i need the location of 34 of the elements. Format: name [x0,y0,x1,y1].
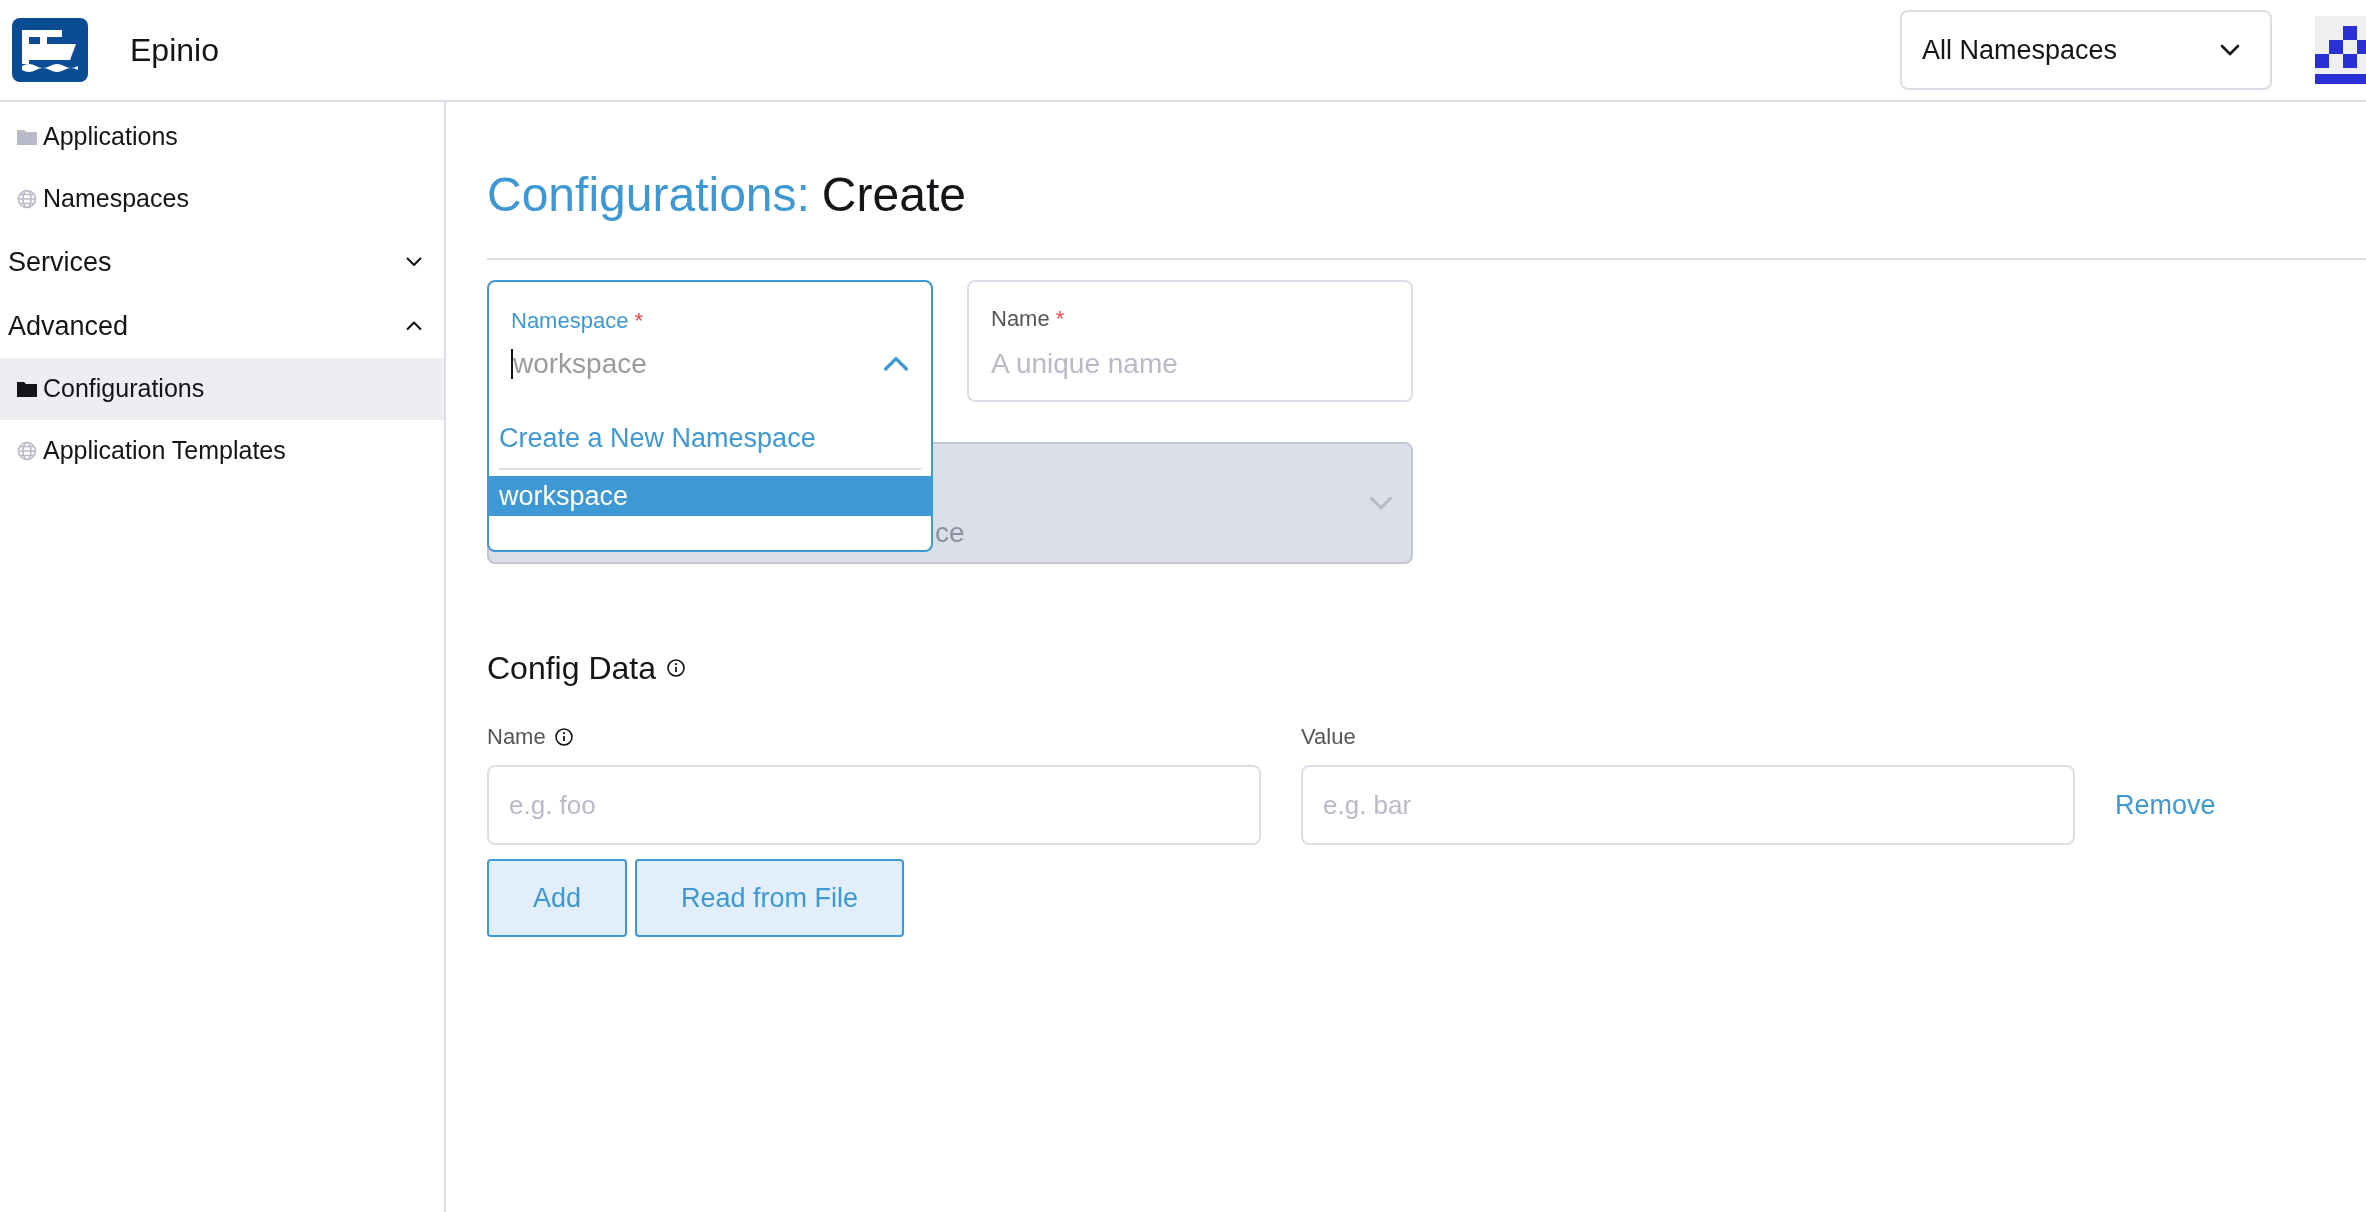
text-cursor [511,349,513,379]
value-input[interactable]: e.g. bar [1301,765,2075,845]
page-title: Create [821,167,966,223]
folder-icon [17,129,37,145]
column-label: Name [487,723,546,751]
placeholder-text: A unique name [991,347,1179,381]
name-field[interactable]: Name * A unique name [967,280,1413,402]
namespace-filter[interactable]: All Namespaces [1900,10,2272,90]
folder-icon [17,381,37,397]
chevron-down-icon [1369,495,1393,511]
chevron-icon [406,257,422,267]
globe-icon [17,441,37,461]
placeholder-text: ce [935,516,965,550]
chevron-up-icon [883,356,909,372]
column-label: Value [1301,723,1356,751]
app-name: Epinio [130,31,219,70]
sidebar-group[interactable]: Advanced [0,294,444,358]
name-input[interactable]: e.g. foo [487,765,1261,845]
chevron-down-icon [2220,44,2240,56]
info-icon [666,658,686,678]
sidebar-item[interactable]: Configurations [0,358,444,420]
placeholder-text: workspace [513,347,647,381]
sidebar-item[interactable]: Applications [0,106,444,168]
namespace-select[interactable]: Namespace * workspace [487,280,933,402]
chevron-icon [406,321,422,331]
globe-icon [17,189,37,209]
section-title: Config Data [487,649,656,688]
ship-logo[interactable] [12,18,88,82]
user-avatar[interactable] [2315,16,2366,84]
field-label: Namespace * [511,307,645,335]
sidebar-group[interactable]: Services [0,230,444,294]
sidebar-item[interactable]: Namespaces [0,168,444,230]
field-label: Name * [991,305,1066,333]
sidebar-item[interactable]: Application Templates [0,420,444,482]
